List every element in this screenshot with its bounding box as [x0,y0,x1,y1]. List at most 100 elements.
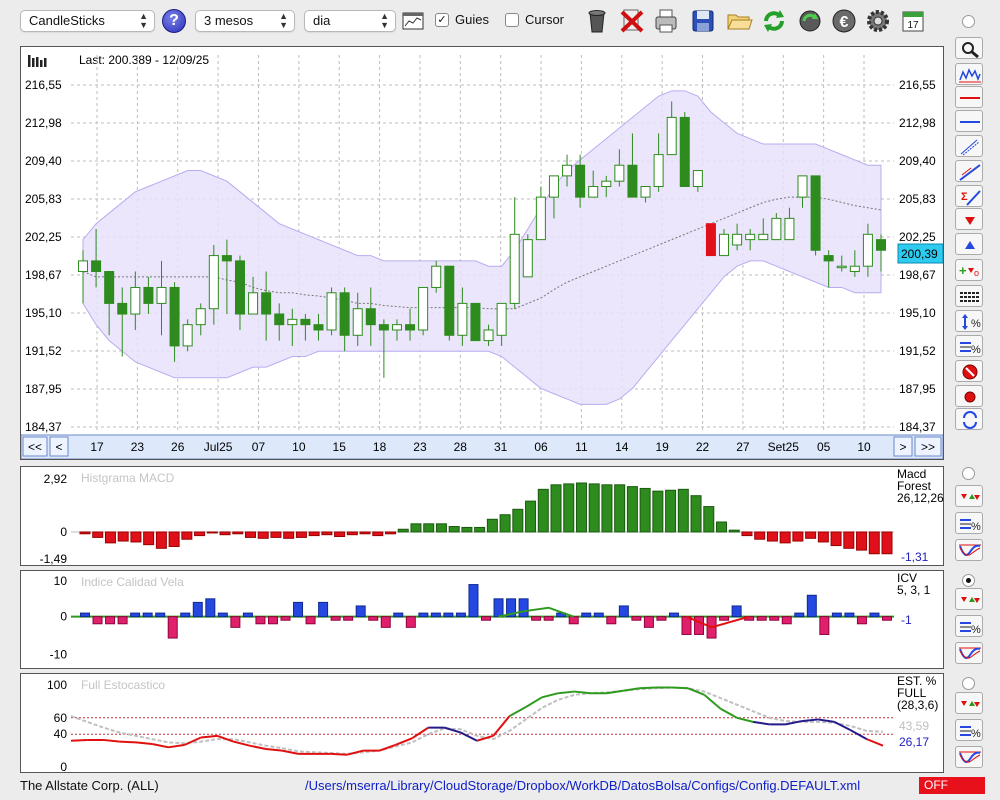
help-button[interactable]: ? [162,9,186,33]
stochastic-chart[interactable]: Full Estocastico EST. % FULL (28,3,6) 43… [21,674,943,772]
y-tick-label: -1,49 [40,552,68,565]
swap-button[interactable] [955,408,983,430]
down-arrow-button[interactable] [955,208,983,230]
y-tick-label: 100 [47,678,67,692]
candle [208,255,219,310]
macd-bar [588,483,600,533]
chart-type-select[interactable]: CandleSticks ▲ ▼ [20,10,155,32]
zoom-button[interactable] [955,37,983,59]
panel1-curve-button[interactable] [955,539,983,561]
blue-line-button[interactable] [955,110,983,132]
panel3-down-up-arrows-button[interactable] [955,692,983,714]
macd-bar [741,531,753,537]
icv-bar [318,601,329,618]
panel2-curve-button[interactable] [955,642,983,664]
print-icon[interactable] [652,7,680,35]
panel3-percent-lines-button[interactable]: % [955,719,983,741]
stoch-k-segment [103,738,120,743]
macd-chart[interactable]: Histgrama MACD Macd Forest 26,12,26 -1,3… [21,467,943,565]
icv-chart[interactable]: Indice Calidad Vela ICV 5, 3, 1 -1 100-1… [21,571,943,668]
guides-toggle[interactable]: ✓ Guies [435,12,489,27]
period-select[interactable]: 3 mesos ▲ ▼ [195,10,295,32]
channel-button[interactable] [955,135,983,157]
trash-icon[interactable] [583,7,611,35]
icv-bar [330,616,341,621]
stoch-k-segment [135,741,153,746]
macd-panel[interactable]: Histgrama MACD Macd Forest 26,12,26 -1,3… [20,466,944,566]
panel-radio-stoch[interactable] [962,677,975,690]
sigma-button[interactable]: Σ [955,185,983,207]
candle [666,116,677,156]
macd-bar [295,531,307,538]
interval-select[interactable]: dia ▲ ▼ [304,10,396,32]
stop-button[interactable] [955,360,983,382]
open-folder-icon[interactable] [725,7,753,35]
panel1-percent-lines-button[interactable]: % [955,512,983,534]
percent-range-button[interactable]: % [955,310,983,332]
stoch-k-segment [184,736,202,746]
percent-lines-button[interactable]: % [955,335,983,357]
cursor-toggle[interactable]: Cursor [505,12,564,27]
icv-bar [781,616,792,625]
add-remove-button[interactable]: + o [955,259,983,281]
bars-button[interactable] [955,63,983,85]
bollinger-band [82,90,882,405]
chart-thumb-icon[interactable] [402,10,424,32]
icv-bar [92,616,103,625]
panel-radio-macd[interactable] [962,467,975,480]
refresh-icon[interactable] [760,7,788,35]
stoch-k-segment [558,690,575,695]
macd-bar [728,529,740,533]
guides-checkbox[interactable]: ✓ [435,12,449,27]
y-tick-label: 60 [54,711,68,725]
grid-button[interactable] [955,285,983,307]
percent-lines-icon: % [960,622,981,636]
up-arrow-button[interactable] [955,233,983,255]
icv-bar [882,616,892,621]
y-tick-label-right: 191,52 [899,344,936,358]
save-icon[interactable] [689,7,717,35]
sync-icon[interactable] [796,7,824,35]
macd-bar [690,495,702,533]
record-button[interactable] [955,385,983,407]
panel3-curve-button[interactable] [955,746,983,768]
stoch-k-segment [476,734,494,742]
price-chart[interactable]: Last: 200.389 - 12/09/25 216,55 212,98 209… [21,47,943,459]
red-line-button[interactable] [955,86,983,108]
stochastic-panel[interactable]: Full Estocastico EST. % FULL (28,3,6) 43… [20,673,944,773]
icv-panel[interactable]: Indice Calidad Vela ICV 5, 3, 1 -1 10 0 -1… [20,570,944,669]
svg-text:17: 17 [907,20,919,31]
panel1-down-up-arrows-button[interactable] [955,485,983,507]
delete-icon[interactable] [618,7,646,35]
price-chart-panel[interactable]: Last: 200.389 - 12/09/25 216,55 212,98 209… [20,46,944,460]
macd-bar [766,531,778,542]
stop-icon [962,364,978,380]
candle [836,265,847,269]
cursor-checkbox[interactable] [505,12,519,27]
curve-icon [959,751,981,763]
status-badge[interactable]: OFF [919,777,985,794]
macd-bar [525,500,537,533]
panel-radio-icv[interactable] [962,574,975,587]
trendline-button[interactable] [955,160,983,182]
candle [287,318,298,326]
icv-bar [180,612,191,618]
panel-radio-main[interactable] [962,15,975,28]
candle [457,302,468,336]
currency-icon[interactable]: € [830,7,858,35]
config-path[interactable]: /Users/mserra/Library/CloudStorage/Dropb… [305,776,860,796]
icv-bar [831,612,842,618]
panel2-percent-lines-button[interactable]: % [955,615,983,637]
stoch-k-segment [249,744,267,750]
gear-icon[interactable] [864,7,892,35]
candle [732,233,743,246]
panel2-down-up-arrows-button[interactable] [955,588,983,610]
candle [234,260,245,315]
x-tick-label: 17 [90,440,104,454]
percent-range-icon: % [962,314,981,330]
x-tick-label: 06 [534,440,548,454]
stoch-k-segment [492,715,511,737]
calendar-icon[interactable]: 17 [899,7,927,35]
icv-bar [418,612,429,618]
y-tick-label: 0 [60,525,67,539]
